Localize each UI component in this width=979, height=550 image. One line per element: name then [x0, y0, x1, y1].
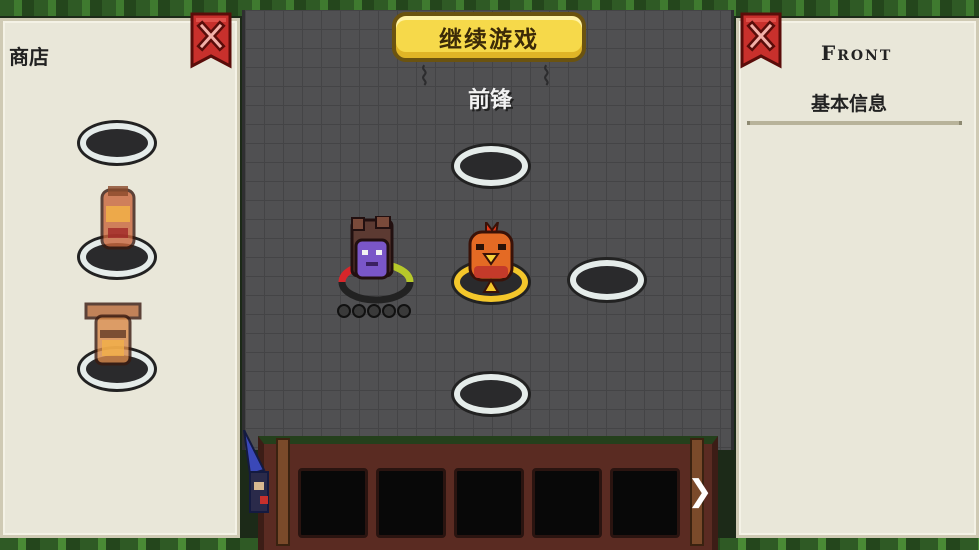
info-title: Front — [821, 41, 893, 65]
reserve-bench — [258, 436, 718, 550]
bench-slot-3[interactable] — [454, 468, 524, 538]
shop-hero-orange-knight[interactable] — [96, 186, 140, 256]
bench-slot-5[interactable] — [610, 468, 680, 538]
info-divider — [747, 121, 962, 125]
hero-orange-rooster[interactable] — [462, 219, 520, 298]
bench-slot-1[interactable] — [298, 468, 368, 538]
wizard-mascot — [240, 429, 276, 524]
swirl-ornament-right-icon: ⌇ — [540, 62, 553, 92]
shop-slot-1[interactable] — [80, 123, 154, 163]
formation-slot-bottom[interactable] — [454, 374, 528, 414]
bench-next-page-button[interactable]: ❯ — [686, 476, 714, 508]
shop-title: 商店 — [9, 45, 49, 69]
hero-health-pips — [336, 302, 416, 324]
shop-panel: 商店 — [0, 18, 240, 538]
info-panel: Front 基本信息 — [736, 18, 979, 538]
basic-info-heading: 基本信息 — [811, 93, 888, 115]
formation-slot-top[interactable] — [454, 146, 528, 186]
chevron-right-icon: ❯ — [687, 474, 713, 509]
shop-hero-bearded-dwarf[interactable] — [82, 302, 144, 372]
continue-game-button[interactable]: 继续游戏 — [392, 12, 586, 62]
formation-slot-right[interactable] — [570, 260, 644, 300]
swirl-ornament-left-icon: ⌇ — [418, 62, 431, 92]
close-x-icon — [740, 12, 782, 69]
close-x-icon — [190, 12, 232, 69]
bench-slot-4[interactable] — [532, 468, 602, 538]
bench-post-left — [276, 438, 290, 546]
formation-position-title: 前锋 — [467, 88, 512, 113]
bench-slot-2[interactable] — [376, 468, 446, 538]
close-info-button[interactable] — [740, 12, 782, 70]
close-shop-button[interactable] — [190, 12, 232, 70]
